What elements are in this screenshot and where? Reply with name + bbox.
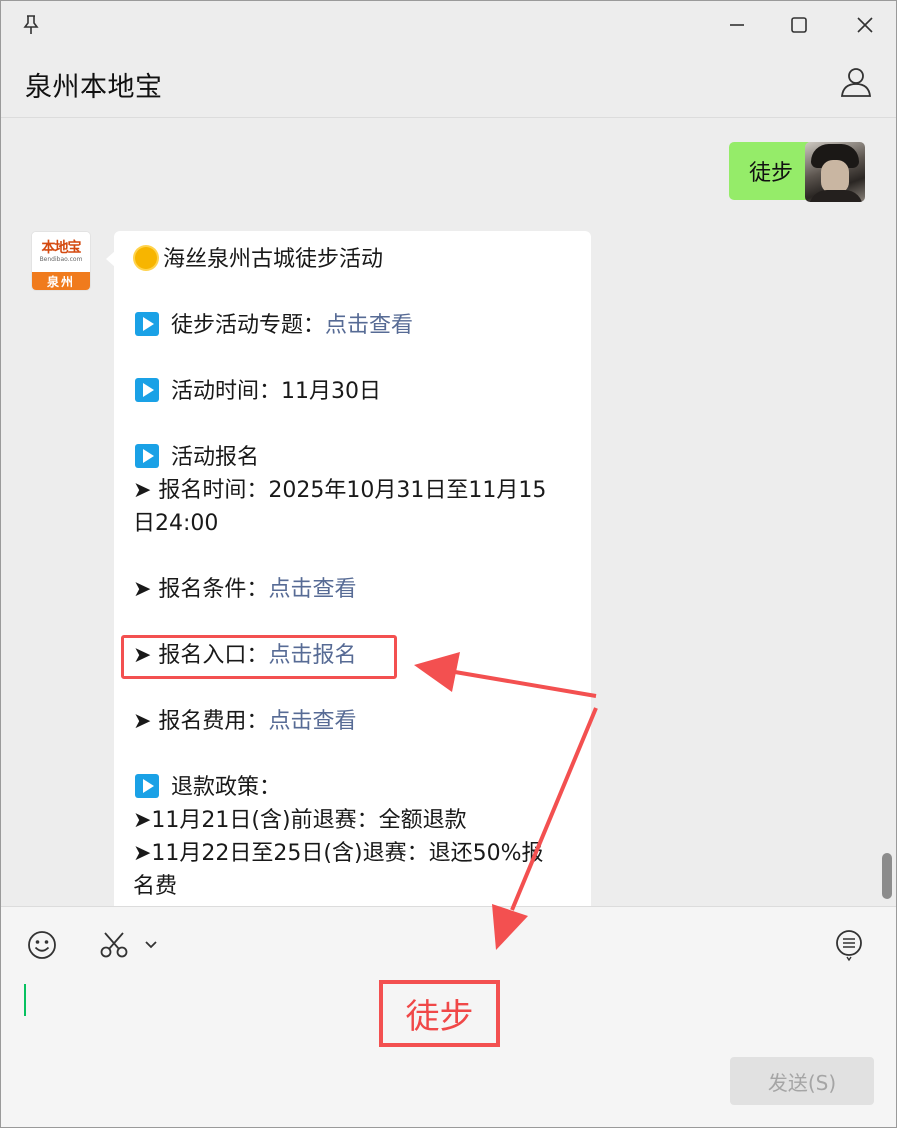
fee-link[interactable]: 点击查看 <box>268 709 356 734</box>
entry-link[interactable]: 点击报名 <box>268 643 356 668</box>
minimize-icon <box>730 24 744 26</box>
pin-icon <box>23 15 39 34</box>
signup-time-line2: 日24:00 <box>133 511 219 536</box>
logo-city: 泉州 <box>32 272 90 290</box>
scissors-icon <box>100 932 128 958</box>
minimize-button[interactable] <box>721 9 753 41</box>
screenshot-options-button[interactable] <box>139 927 163 963</box>
screenshot-button[interactable] <box>96 927 132 963</box>
scrollbar-thumb[interactable] <box>882 853 892 899</box>
refund-line3: 名费 <box>133 874 178 899</box>
smiley-icon <box>28 931 56 959</box>
refund-heading: 退款政策： <box>171 775 282 800</box>
message-body: 海丝泉州古城徒步活动 徒步活动专题：点击查看 活动时间：11月30日 活动报名 … <box>133 243 578 903</box>
play-icon <box>135 444 159 468</box>
logo-sub: Bendibao.com <box>39 256 83 263</box>
sun-icon <box>135 247 157 269</box>
text-cursor <box>24 984 26 1016</box>
annotation-label: 徒步 <box>379 980 500 1047</box>
my-avatar[interactable] <box>805 142 865 202</box>
bot-avatar[interactable]: 本地宝 Bendibao.com 泉州 <box>31 231 91 291</box>
fee-label: ➤ 报名费用： <box>133 709 269 734</box>
logo-name: 本地宝 <box>41 240 82 256</box>
refund-line2: ➤11月22日至25日(含)退赛：退还50%报 <box>133 841 544 866</box>
message-list[interactable]: 徒步 本地宝 Bendibao.com 泉州 海丝泉州古城徒步活动 徒步活动专题… <box>1 118 896 906</box>
signup-heading: 活动报名 <box>171 445 260 470</box>
maximize-button[interactable] <box>783 9 815 41</box>
chevron-down-icon <box>145 941 157 949</box>
topic-label: 徒步活动专题： <box>171 313 326 338</box>
refund-line1: ➤11月21日(含)前退赛：全额退款 <box>133 808 467 833</box>
bendibao-logo: 本地宝 Bendibao.com <box>32 232 90 272</box>
signup-time-line1: ➤ 报名时间：2025年10月31日至11月15 <box>133 478 547 503</box>
play-icon <box>135 774 159 798</box>
close-button[interactable] <box>849 9 881 41</box>
activity-time: 活动时间：11月30日 <box>171 379 381 404</box>
message-title: 海丝泉州古城徒步活动 <box>163 247 384 272</box>
outgoing-message[interactable]: 徒步 <box>729 142 821 200</box>
pin-button[interactable] <box>15 9 47 41</box>
conditions-link[interactable]: 点击查看 <box>268 577 356 602</box>
chat-history-button[interactable] <box>831 927 867 963</box>
incoming-message[interactable]: 海丝泉州古城徒步活动 徒步活动专题：点击查看 活动时间：11月30日 活动报名 … <box>106 231 591 906</box>
chat-window: 泉州本地宝 徒步 本地宝 Bendibao.com 泉州 海丝泉州古城徒步活动 … <box>0 0 897 1128</box>
close-icon <box>857 17 873 33</box>
chat-history-icon <box>836 930 862 962</box>
play-icon <box>135 378 159 402</box>
play-icon <box>135 312 159 336</box>
maximize-icon <box>791 17 807 33</box>
topic-link[interactable]: 点击查看 <box>325 313 413 338</box>
title-bar: 泉州本地宝 <box>1 1 896 118</box>
emoji-button[interactable] <box>24 927 60 963</box>
send-button[interactable]: 发送(S) <box>730 1057 874 1105</box>
entry-label: ➤ 报名入口： <box>133 643 269 668</box>
person-icon <box>840 68 872 97</box>
chat-title: 泉州本地宝 <box>25 72 163 103</box>
conditions-label: ➤ 报名条件： <box>133 577 269 602</box>
chat-info-button[interactable] <box>837 63 875 101</box>
